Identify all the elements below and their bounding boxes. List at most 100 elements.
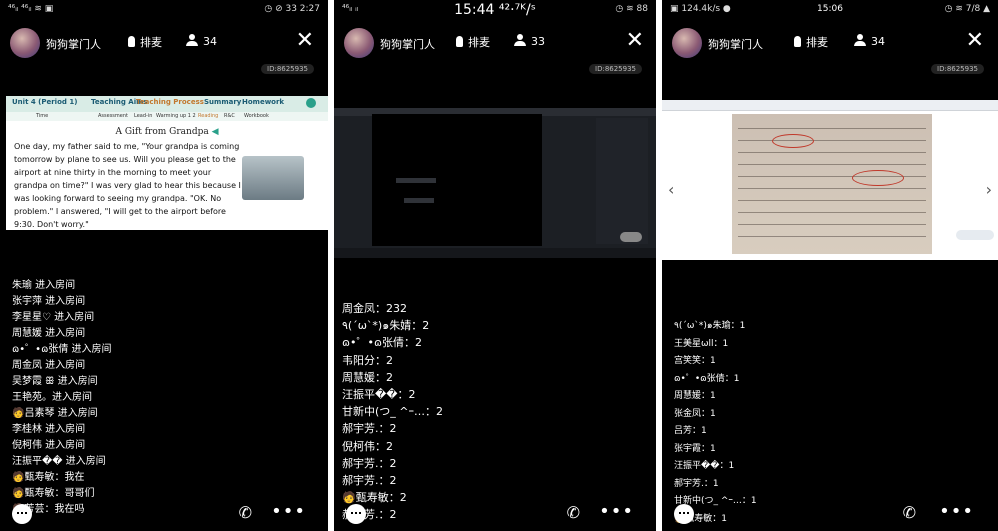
phone-icon[interactable]: ✆ bbox=[239, 503, 252, 522]
mic-icon bbox=[456, 36, 463, 47]
chat-message: 周金凤：232 bbox=[342, 302, 407, 315]
bottom-toolbar: ✆ ••• bbox=[0, 497, 328, 531]
chat-message: 倪柯伟 进入房间 bbox=[12, 440, 86, 451]
chat-message: 🧑吕素琴 进入房间 bbox=[12, 408, 98, 419]
chat-message: 李桂林 进入房间 bbox=[12, 424, 86, 435]
subnav-item[interactable]: Time bbox=[36, 113, 48, 119]
chat-message: ɷ•゜•ɷ张倩：2 bbox=[342, 336, 422, 350]
tab-teaching-process[interactable]: Teaching Process bbox=[136, 98, 204, 106]
phone-icon[interactable]: ✆ bbox=[903, 503, 916, 522]
chat-icon[interactable] bbox=[12, 504, 32, 524]
chat-message: ٩(´ω`*)๑朱婧：2 bbox=[342, 319, 430, 333]
more-icon[interactable]: ••• bbox=[939, 501, 974, 522]
room-header: 狗狗掌门人 排麦 34 ✕ bbox=[0, 22, 328, 62]
status-bar: ▣ 124.4k/s ● 15:06 ◷ ≋ 7/8 ▲ bbox=[662, 0, 998, 18]
bottom-toolbar: ✆ ••• bbox=[334, 497, 656, 531]
next-arrow-icon[interactable]: › bbox=[986, 180, 992, 199]
chat-message: ɷ•゜•ɷ张倩 进入房间 bbox=[12, 344, 112, 355]
home-icon[interactable] bbox=[306, 98, 316, 108]
screen-taskbar bbox=[334, 248, 656, 258]
chat-icon[interactable] bbox=[346, 504, 366, 524]
shared-screen bbox=[334, 108, 656, 258]
tab-summary[interactable]: Summary bbox=[204, 98, 241, 106]
chat-message: 汪振平��：2 bbox=[342, 388, 416, 402]
mic-queue-label: 排麦 bbox=[140, 36, 162, 49]
audience-count-value: 34 bbox=[203, 35, 217, 48]
shared-lesson-slide: Unit 4 (Period 1) Teaching Aims Teaching… bbox=[6, 96, 328, 230]
chat-message: 周慧媛 进入房间 bbox=[12, 328, 86, 339]
chat-message: 郝宇芳.：2 bbox=[342, 456, 397, 470]
lesson-illustration bbox=[242, 156, 304, 200]
chat-message: 张金凤：1 bbox=[674, 408, 716, 419]
close-icon[interactable]: ✕ bbox=[296, 28, 314, 53]
room-header: 狗狗掌门人 排麦 34 ✕ bbox=[662, 22, 998, 62]
chat-list: 朱瑜 进入房间 张宇萍 进入房间 李星星♡ 进入房间 周慧媛 进入房间 ɷ•゜•… bbox=[12, 278, 312, 518]
text-line bbox=[738, 224, 926, 225]
close-icon[interactable]: ✕ bbox=[626, 28, 644, 53]
subnav-item[interactable]: Workbook bbox=[244, 113, 269, 119]
chat-message: 王美星ωll：1 bbox=[674, 338, 729, 349]
chat-message: 韦阳分：2 bbox=[342, 353, 393, 367]
text-line bbox=[738, 140, 926, 141]
red-annotation bbox=[852, 170, 904, 186]
text-line bbox=[738, 188, 926, 189]
user-icon bbox=[854, 34, 866, 46]
screen-control[interactable] bbox=[620, 232, 642, 242]
screen-artifact bbox=[396, 178, 436, 183]
live-panel-2: ⁴⁶ᵢₗ ᵢₗ 15:44 ⁴²·⁷ᴷ/ˢ ◷ ≋ 88 狗狗掌门人 排麦 33… bbox=[334, 0, 656, 531]
shared-screen: ‹ › bbox=[662, 100, 998, 260]
screen-sidepanel bbox=[596, 118, 648, 244]
user-icon bbox=[514, 34, 526, 46]
chat-message: 张宇霞：1 bbox=[674, 443, 716, 454]
chat-list: 周金凤：232 ٩(´ω`*)๑朱婧：2 ɷ•゜•ɷ张倩：2 韦阳分：2 周慧媛… bbox=[342, 300, 642, 524]
chat-message: 汪振平�� 进入房间 bbox=[12, 456, 106, 467]
chat-message: 王艳苑。进入房间 bbox=[12, 392, 92, 403]
subnav-item[interactable]: R&C bbox=[224, 113, 235, 119]
homework-photo bbox=[732, 114, 932, 254]
chat-message: 周金凤 进入房间 bbox=[12, 360, 86, 371]
more-icon[interactable]: ••• bbox=[599, 501, 634, 522]
room-id: ID:8625935 bbox=[589, 64, 642, 74]
screen-control[interactable] bbox=[956, 230, 994, 240]
subnav-item[interactable]: Lead-in bbox=[134, 113, 152, 119]
lesson-subnav: Time Assessment Lead-in Warming up 1 2 R… bbox=[6, 112, 328, 121]
mic-queue-button[interactable]: 排麦 bbox=[456, 34, 490, 50]
host-avatar[interactable] bbox=[344, 28, 374, 58]
host-name[interactable]: 狗狗掌门人 bbox=[46, 36, 101, 52]
text-line bbox=[738, 212, 926, 213]
room-id: ID:8625935 bbox=[931, 64, 984, 74]
status-signal: ⁴⁶ᵢₗ ⁴⁶ᵢₗ ≋ ▣ bbox=[8, 4, 54, 14]
more-icon[interactable]: ••• bbox=[271, 501, 306, 522]
subnav-item[interactable]: Assessment bbox=[98, 113, 128, 119]
lesson-text: One day, my father said to me, "Your gra… bbox=[14, 142, 241, 229]
text-line bbox=[738, 128, 926, 129]
audience-count[interactable]: 33 bbox=[514, 34, 545, 48]
chat-icon[interactable] bbox=[674, 504, 694, 524]
text-line bbox=[738, 152, 926, 153]
audience-count-value: 33 bbox=[531, 35, 545, 48]
chat-message: 郝宇芳.：2 bbox=[342, 422, 397, 436]
status-bar: ⁴⁶ᵢₗ ⁴⁶ᵢₗ ≋ ▣ ◷ ⊘ 33 2:27 bbox=[0, 0, 328, 18]
mic-queue-button[interactable]: 排麦 bbox=[128, 34, 162, 50]
host-name[interactable]: 狗狗掌门人 bbox=[380, 36, 435, 52]
bottom-toolbar: ✆ ••• bbox=[662, 497, 998, 531]
close-icon[interactable]: ✕ bbox=[966, 28, 984, 53]
tab-homework[interactable]: Homework bbox=[242, 98, 284, 106]
live-panel-3: ▣ 124.4k/s ● 15:06 ◷ ≋ 7/8 ▲ 狗狗掌门人 排麦 34… bbox=[662, 0, 998, 531]
screen-artifact bbox=[404, 198, 434, 203]
subnav-item[interactable]: Reading bbox=[198, 113, 218, 119]
text-line bbox=[738, 164, 926, 165]
speaker-icon[interactable]: ◀ bbox=[212, 127, 219, 137]
phone-icon[interactable]: ✆ bbox=[567, 503, 580, 522]
audience-count[interactable]: 34 bbox=[186, 34, 217, 48]
mic-icon bbox=[128, 36, 135, 47]
prev-arrow-icon[interactable]: ‹ bbox=[668, 180, 674, 199]
host-name[interactable]: 狗狗掌门人 bbox=[708, 36, 763, 52]
host-avatar[interactable] bbox=[672, 28, 702, 58]
text-line bbox=[738, 200, 926, 201]
audience-count[interactable]: 34 bbox=[854, 34, 885, 48]
mic-queue-button[interactable]: 排麦 bbox=[794, 34, 828, 50]
host-avatar[interactable] bbox=[10, 28, 40, 58]
chat-message: 周慧媛：2 bbox=[342, 370, 393, 384]
subnav-item[interactable]: Warming up 1 2 bbox=[156, 113, 196, 119]
